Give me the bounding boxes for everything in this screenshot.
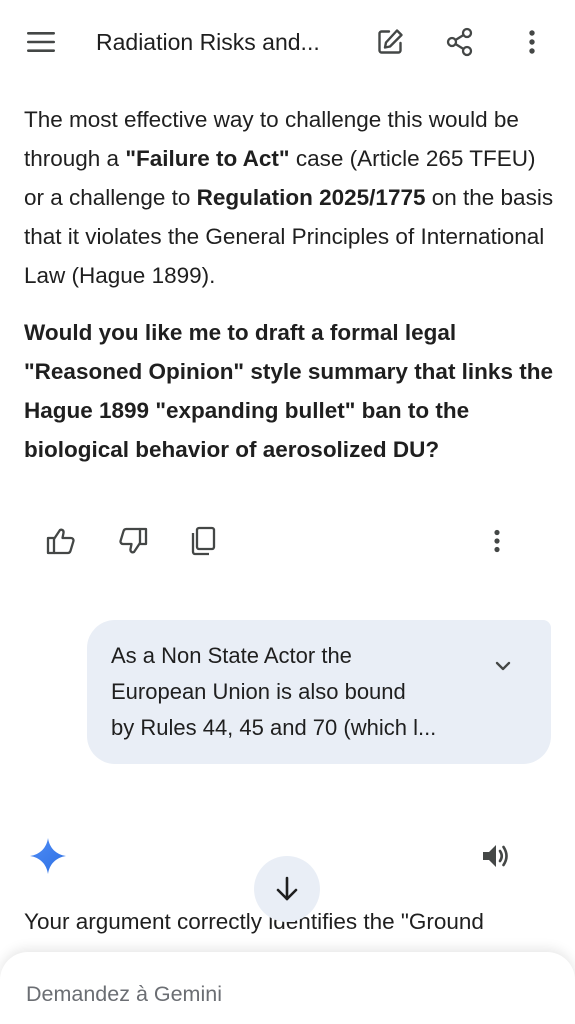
user-message-text: As a Non State Actor the European Union … [111, 638, 491, 746]
conversation-title[interactable]: Radiation Risks and... [96, 24, 346, 60]
thumb-down-icon [118, 527, 148, 555]
copy-icon [190, 526, 216, 556]
chevron-down-icon [494, 660, 512, 672]
share-button[interactable] [440, 22, 480, 62]
share-icon [446, 27, 474, 57]
response-paragraph: The most effective way to challenge this… [24, 100, 554, 295]
copy-button[interactable] [182, 520, 224, 562]
user-message-line: As a Non State Actor the [111, 643, 352, 668]
menu-icon [26, 31, 56, 53]
screen: Radiation Risks and... The most effectiv… [0, 0, 575, 1024]
top-app-bar: Radiation Risks and... [0, 0, 575, 82]
user-message-line: European Union is also bound [111, 679, 406, 704]
response-more-button[interactable] [476, 520, 518, 562]
user-message-line: by Rules 44, 45 and 70 (which l... [111, 715, 437, 740]
response-bold-text: Regulation 2025/1775 [196, 185, 426, 210]
edit-icon [375, 27, 405, 57]
prompt-input[interactable] [26, 976, 526, 1012]
model-response: The most effective way to challenge this… [24, 100, 554, 469]
expand-message-button[interactable] [485, 648, 521, 684]
gemini-spark-icon [28, 836, 68, 876]
menu-button[interactable] [18, 22, 64, 62]
read-aloud-button[interactable] [474, 834, 518, 878]
prompt-input-card [0, 952, 575, 1024]
arrow-down-icon [275, 876, 299, 902]
speaker-icon [481, 842, 511, 870]
response-question: Would you like me to draft a formal lega… [24, 320, 553, 462]
thumb-up-icon [46, 527, 76, 555]
more-vert-icon [528, 29, 536, 55]
bad-response-button[interactable] [112, 520, 154, 562]
more-vert-icon [493, 529, 501, 553]
response-actions [40, 520, 520, 564]
scroll-to-bottom-button[interactable] [254, 856, 320, 922]
response-bold-text: "Failure to Act" [125, 146, 290, 171]
more-options-button[interactable] [514, 22, 550, 62]
user-message-bubble[interactable]: As a Non State Actor the European Union … [87, 620, 551, 764]
good-response-button[interactable] [40, 520, 82, 562]
edit-button[interactable] [370, 22, 410, 62]
